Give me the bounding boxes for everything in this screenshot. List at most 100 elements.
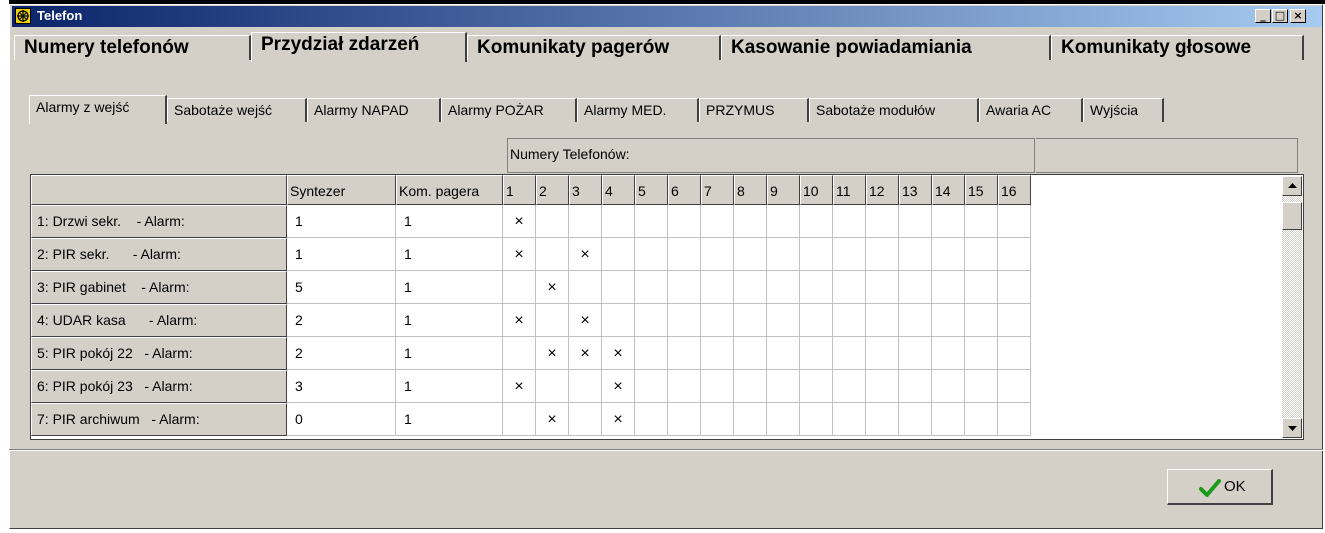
phone-assign-cell[interactable]	[734, 238, 767, 271]
tab-kasowanie-powiadamiania[interactable]: Kasowanie powiadamiania	[721, 35, 1051, 60]
phone-assign-cell[interactable]	[503, 403, 536, 436]
phone-assign-cell[interactable]	[767, 304, 800, 337]
pager-cell[interactable]: 1	[396, 238, 503, 271]
phone-assign-cell[interactable]	[536, 370, 569, 403]
phone-assign-cell[interactable]	[569, 271, 602, 304]
subtab-awaria-ac[interactable]: Awaria AC	[979, 98, 1083, 122]
phone-assign-cell[interactable]	[602, 238, 635, 271]
phone-assign-cell[interactable]: ×	[503, 238, 536, 271]
phone-assign-cell[interactable]	[899, 238, 932, 271]
vertical-scrollbar[interactable]	[1282, 176, 1302, 438]
phone-assign-cell[interactable]	[833, 238, 866, 271]
phone-assign-cell[interactable]	[899, 304, 932, 337]
phone-assign-cell[interactable]	[866, 337, 899, 370]
phone-assign-cell[interactable]	[536, 205, 569, 238]
phone-assign-cell[interactable]	[932, 370, 965, 403]
phone-assign-cell[interactable]	[998, 205, 1031, 238]
phone-assign-cell[interactable]	[800, 370, 833, 403]
phone-assign-cell[interactable]	[833, 337, 866, 370]
phone-assign-cell[interactable]	[866, 205, 899, 238]
subtab-przymus[interactable]: PRZYMUS	[699, 98, 809, 122]
phone-assign-cell[interactable]: ×	[536, 271, 569, 304]
phone-assign-cell[interactable]: ×	[503, 370, 536, 403]
phone-assign-cell[interactable]	[734, 403, 767, 436]
pager-cell[interactable]: 1	[396, 337, 503, 370]
phone-assign-cell[interactable]	[899, 370, 932, 403]
phone-assign-cell[interactable]	[734, 370, 767, 403]
phone-assign-cell[interactable]: ×	[602, 403, 635, 436]
phone-assign-cell[interactable]	[899, 271, 932, 304]
phone-assign-cell[interactable]	[767, 370, 800, 403]
phone-assign-cell[interactable]: ×	[602, 337, 635, 370]
phone-assign-cell[interactable]	[833, 271, 866, 304]
phone-assign-cell[interactable]	[668, 271, 701, 304]
scroll-down-button[interactable]	[1282, 418, 1302, 438]
phone-assign-cell[interactable]	[668, 370, 701, 403]
phone-assign-cell[interactable]	[734, 337, 767, 370]
syntezer-cell[interactable]: 0	[287, 403, 396, 436]
phone-assign-cell[interactable]: ×	[569, 238, 602, 271]
phone-assign-cell[interactable]	[536, 238, 569, 271]
phone-assign-cell[interactable]	[800, 304, 833, 337]
phone-assign-cell[interactable]	[635, 370, 668, 403]
phone-assign-cell[interactable]	[602, 271, 635, 304]
phone-assign-cell[interactable]	[932, 205, 965, 238]
ok-button[interactable]: OK	[1167, 469, 1273, 505]
phone-assign-cell[interactable]	[767, 238, 800, 271]
phone-assign-cell[interactable]	[998, 304, 1031, 337]
phone-assign-cell[interactable]	[932, 337, 965, 370]
phone-assign-cell[interactable]	[932, 238, 965, 271]
phone-assign-cell[interactable]	[668, 337, 701, 370]
pager-cell[interactable]: 1	[396, 370, 503, 403]
phone-assign-cell[interactable]	[701, 403, 734, 436]
phone-assign-cell[interactable]	[734, 205, 767, 238]
phone-assign-cell[interactable]	[668, 238, 701, 271]
phone-assign-cell[interactable]	[569, 370, 602, 403]
phone-assign-cell[interactable]	[536, 304, 569, 337]
phone-assign-cell[interactable]	[833, 205, 866, 238]
phone-assign-cell[interactable]: ×	[536, 403, 569, 436]
phone-assign-cell[interactable]	[569, 205, 602, 238]
phone-assign-cell[interactable]: ×	[569, 337, 602, 370]
phone-assign-cell[interactable]	[602, 304, 635, 337]
subtab-alarmy-pozar[interactable]: Alarmy POŻAR	[441, 98, 577, 122]
syntezer-cell[interactable]: 3	[287, 370, 396, 403]
phone-assign-cell[interactable]	[701, 271, 734, 304]
phone-assign-cell[interactable]: ×	[503, 304, 536, 337]
pager-cell[interactable]: 1	[396, 304, 503, 337]
phone-assign-cell[interactable]: ×	[536, 337, 569, 370]
phone-assign-cell[interactable]	[899, 403, 932, 436]
phone-assign-cell[interactable]	[767, 403, 800, 436]
title-bar[interactable]: Telefon _ □ ×	[12, 6, 1322, 27]
phone-assign-cell[interactable]	[965, 337, 998, 370]
phone-assign-cell[interactable]	[734, 271, 767, 304]
phone-assign-cell[interactable]	[800, 205, 833, 238]
phone-assign-cell[interactable]	[635, 271, 668, 304]
phone-assign-cell[interactable]	[767, 271, 800, 304]
phone-assign-cell[interactable]	[635, 238, 668, 271]
phone-assign-cell[interactable]: ×	[602, 370, 635, 403]
phone-assign-cell[interactable]	[635, 403, 668, 436]
subtab-wyjscia[interactable]: Wyjścia	[1083, 98, 1164, 122]
phone-assign-cell[interactable]	[668, 304, 701, 337]
phone-assign-cell[interactable]	[998, 238, 1031, 271]
phone-assign-cell[interactable]	[932, 271, 965, 304]
phone-assign-cell[interactable]	[734, 304, 767, 337]
syntezer-cell[interactable]: 1	[287, 205, 396, 238]
pager-cell[interactable]: 1	[396, 205, 503, 238]
pager-cell[interactable]: 1	[396, 271, 503, 304]
phone-assign-cell[interactable]	[800, 238, 833, 271]
syntezer-cell[interactable]: 2	[287, 304, 396, 337]
phone-assign-cell[interactable]: ×	[569, 304, 602, 337]
tab-przydzial-zdarzen[interactable]: Przydział zdarzeń	[251, 32, 467, 62]
phone-assign-cell[interactable]	[668, 205, 701, 238]
scroll-up-button[interactable]	[1282, 176, 1302, 196]
subtab-sabotaze-modulow[interactable]: Sabotaże modułów	[809, 98, 979, 122]
tab-komunikaty-pagerow[interactable]: Komunikaty pagerów	[467, 35, 721, 60]
phone-assign-cell[interactable]	[866, 403, 899, 436]
phone-assign-cell[interactable]	[767, 337, 800, 370]
phone-assign-cell[interactable]	[701, 238, 734, 271]
phone-assign-cell[interactable]	[602, 205, 635, 238]
phone-assign-cell[interactable]	[965, 304, 998, 337]
subtab-sabotaze-wejsc[interactable]: Sabotaże wejść	[167, 98, 307, 122]
